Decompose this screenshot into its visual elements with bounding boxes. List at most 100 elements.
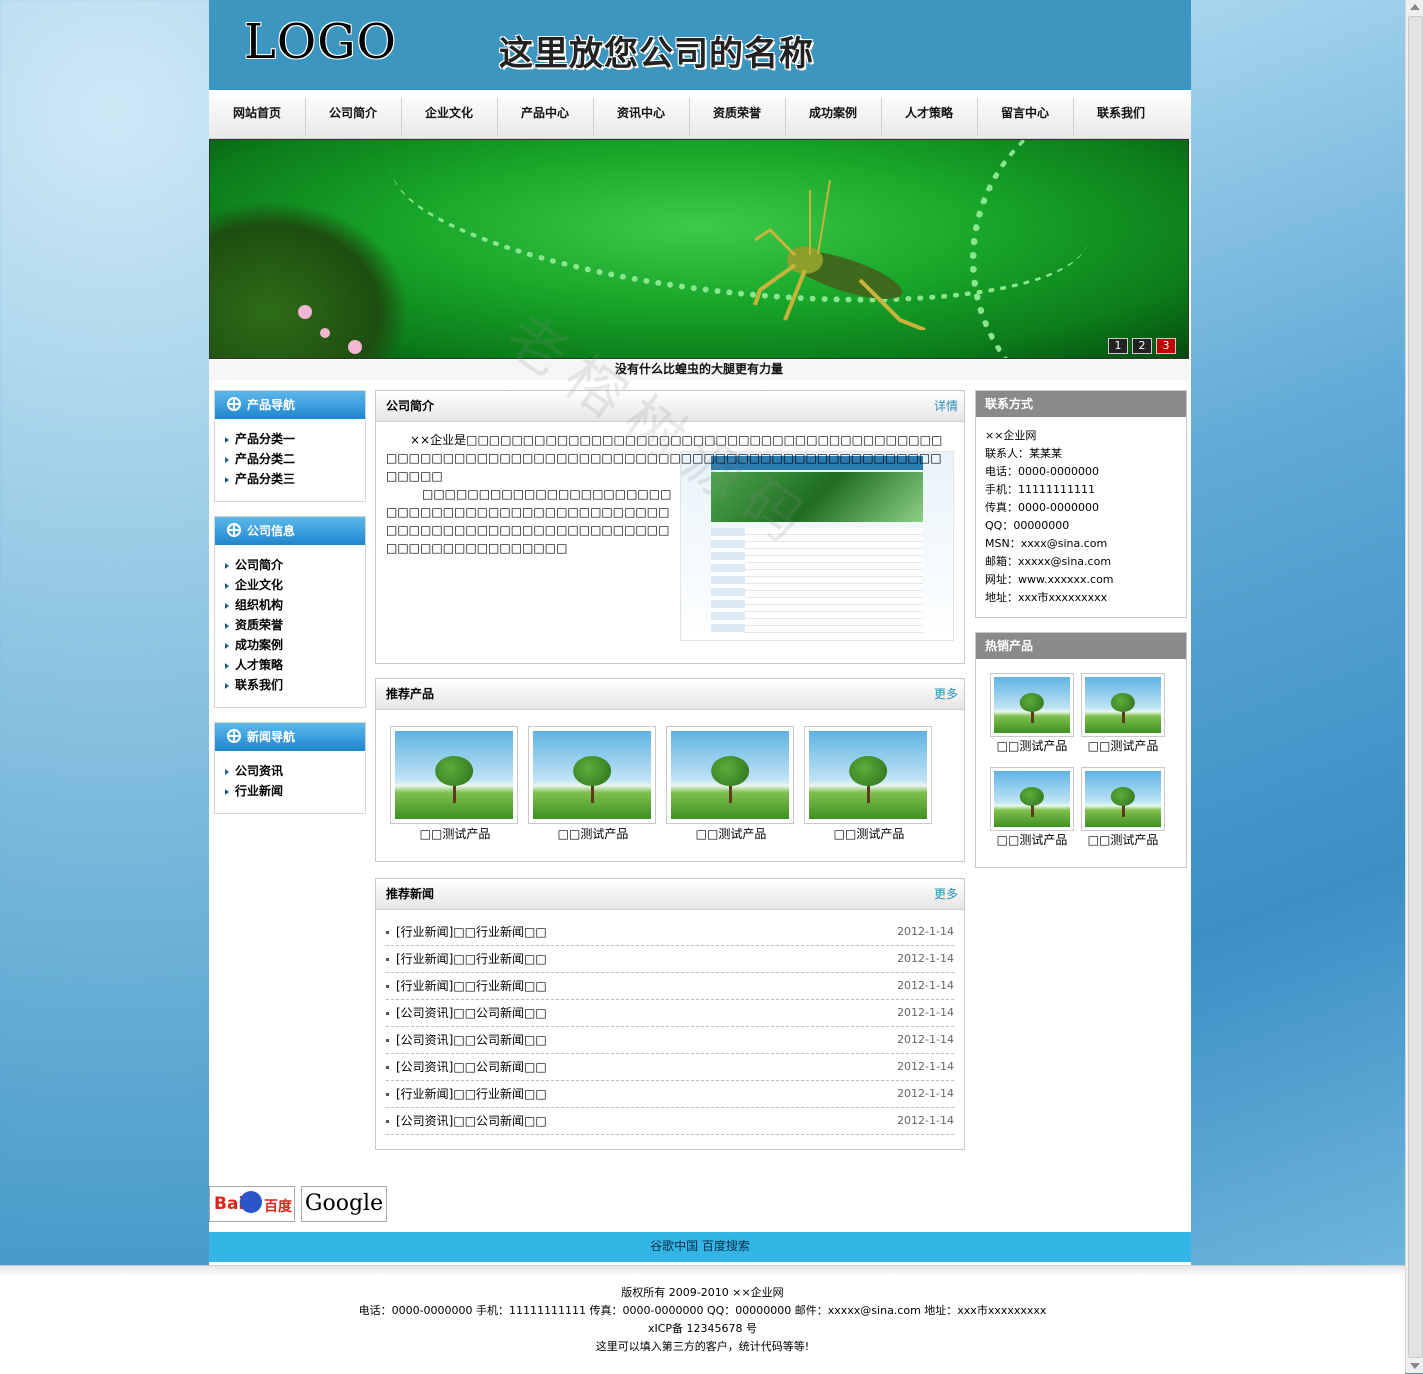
news-more-link[interactable]: 更多 [934,879,958,909]
slide-pager: 123 [1104,338,1176,354]
company-name: 这里放您公司的名称 [499,34,814,74]
hot-product-card[interactable]: □□测试产品 [990,673,1074,757]
company-intro-header: 公司简介 详情 [376,391,964,422]
news-item[interactable]: [行业新闻]□□行业新闻□□ 2012-1-14 [386,973,954,1000]
nav-item-news[interactable]: 资讯中心 [593,90,689,138]
site-logo[interactable]: LOGO [244,14,397,70]
banner-slideshow[interactable]: 123 [209,139,1189,359]
hot-product-card[interactable]: □□测试产品 [1081,767,1165,851]
nav-item-contact[interactable]: 联系我们 [1073,90,1169,138]
company-info-header: 公司信息 [215,517,365,545]
news-list: [行业新闻]□□行业新闻□□ 2012-1-14 [行业新闻]□□行业新闻□□ 20… [386,919,954,1135]
news-item[interactable]: [公司资讯]□□公司新闻□□ 2012-1-14 [386,1000,954,1027]
news-title[interactable]: [公司资讯]□□公司新闻□□ [396,1033,547,1047]
sidebar-item-cases[interactable]: 成功案例 [225,635,365,655]
baidu-logo-link[interactable]: Bai 百度 [209,1186,295,1222]
hot-product-name[interactable]: □□测试产品 [1081,737,1165,757]
news-date: 2012-1-14 [897,1087,954,1100]
hot-product-card[interactable]: □□测试产品 [1081,673,1165,757]
vertical-scrollbar[interactable] [1405,0,1423,1373]
contact-qq: QQ：00000000 [985,519,1070,532]
sidebar-item-category-2[interactable]: 产品分类二 [225,449,365,469]
nav-item-about[interactable]: 公司简介 [305,90,401,138]
hot-product-image[interactable] [1081,767,1165,831]
news-title[interactable]: [行业新闻]□□行业新闻□□ [396,952,547,966]
scroll-up-icon[interactable] [1410,4,1420,10]
slide-button-3[interactable]: 3 [1156,338,1176,354]
hot-product-card[interactable]: □□测试产品 [990,767,1074,851]
hot-product-name[interactable]: □□测试产品 [990,737,1074,757]
news-nav-title: 新闻导航 [247,730,296,744]
news-date: 2012-1-14 [897,1060,954,1073]
nav-item-honors[interactable]: 资质荣誉 [689,90,785,138]
sidebar-item-organization[interactable]: 组织机构 [225,595,365,615]
nav-item-guestbook[interactable]: 留言中心 [977,90,1073,138]
product-image[interactable] [390,726,518,824]
product-name[interactable]: □□测试产品 [666,824,796,844]
product-card[interactable]: □□测试产品 [804,726,934,844]
product-nav-header: 产品导航 [215,391,365,419]
sidebar-item-about[interactable]: 公司简介 [225,555,365,575]
news-item[interactable]: [行业新闻]□□行业新闻□□ 2012-1-14 [386,946,954,973]
sidebar-item-culture[interactable]: 企业文化 [225,575,365,595]
product-name[interactable]: □□测试产品 [390,824,520,844]
sidebar-item-talent[interactable]: 人才策略 [225,655,365,675]
slide-button-2[interactable]: 2 [1132,338,1152,354]
product-name[interactable]: □□测试产品 [528,824,658,844]
news-item[interactable]: [公司资讯]□□公司新闻□□ 2012-1-14 [386,1108,954,1135]
nav-item-culture[interactable]: 企业文化 [401,90,497,138]
contact-website: 网址：www.xxxxxx.com [985,573,1114,586]
products-more-link[interactable]: 更多 [934,679,958,709]
nav-item-talent[interactable]: 人才策略 [881,90,977,138]
product-image[interactable] [666,726,794,824]
sidebar-item-honors[interactable]: 资质荣誉 [225,615,365,635]
product-card[interactable]: □□测试产品 [528,726,658,844]
news-item[interactable]: [公司资讯]□□公司新闻□□ 2012-1-14 [386,1054,954,1081]
contact-mobile: 手机：11111111111 [985,483,1095,496]
news-item[interactable]: [行业新闻]□□行业新闻□□ 2012-1-14 [386,1081,954,1108]
news-title[interactable]: [公司资讯]□□公司新闻□□ [396,1006,547,1020]
scroll-down-icon[interactable] [1410,1363,1420,1369]
page-wrapper: LOGO 这里放您公司的名称 网站首页 公司简介 企业文化 产品中心 资讯中心 … [209,0,1191,1265]
hot-product-image[interactable] [990,673,1074,737]
news-title[interactable]: [行业新闻]□□行业新闻□□ [396,1087,547,1101]
news-item[interactable]: [公司资讯]□□公司新闻□□ 2012-1-14 [386,1027,954,1054]
nav-item-products[interactable]: 产品中心 [497,90,593,138]
product-image[interactable] [804,726,932,824]
hot-products-box: 热销产品 □□测试产品 □□测试产品 □□测试产品 □□测试产品 [975,632,1187,868]
intro-paragraph-1: ××企业是□□□□□□□□□□□□□□□□□□□□□□□□□□□□□□□□□□□… [386,433,943,483]
product-name[interactable]: □□测试产品 [804,824,934,844]
product-image[interactable] [528,726,656,824]
news-title[interactable]: [公司资讯]□□公司新闻□□ [396,1114,547,1128]
product-card[interactable]: □□测试产品 [390,726,520,844]
hot-product-name[interactable]: □□测试产品 [990,831,1074,851]
contact-fax: 传真：0000-0000000 [985,501,1099,514]
recommended-news-title: 推荐新闻 [386,887,435,901]
friend-links-bar[interactable]: 谷歌中国 百度搜索 [209,1232,1191,1262]
nav-item-cases[interactable]: 成功案例 [785,90,881,138]
contact-msn: MSN：xxxx@sina.com [985,537,1108,550]
intro-details-link[interactable]: 详情 [934,391,958,421]
globe-icon [227,397,241,411]
sidebar-item-category-1[interactable]: 产品分类一 [225,429,365,449]
nav-item-home[interactable]: 网站首页 [209,90,305,138]
intro-paragraph-2: □□□□□□□□□□□□□□□□□□□□□□□□□□□□□□□□□□□□□□□□… [386,487,672,555]
slide-button-1[interactable]: 1 [1108,338,1128,354]
scroll-thumb[interactable] [1408,16,1423,1358]
sidebar-item-contact[interactable]: 联系我们 [225,675,365,695]
news-date: 2012-1-14 [897,1033,954,1046]
sidebar-item-company-news[interactable]: 公司资讯 [225,761,365,781]
news-title[interactable]: [行业新闻]□□行业新闻□□ [396,925,547,939]
recommended-news-box: 推荐新闻 更多 [行业新闻]□□行业新闻□□ 2012-1-14 [行业新闻]□□… [375,878,965,1150]
sidebar-item-category-3[interactable]: 产品分类三 [225,469,365,489]
news-title[interactable]: [行业新闻]□□行业新闻□□ [396,979,547,993]
news-title[interactable]: [公司资讯]□□公司新闻□□ [396,1060,547,1074]
product-card[interactable]: □□测试产品 [666,726,796,844]
hot-product-image[interactable] [1081,673,1165,737]
hot-product-name[interactable]: □□测试产品 [1081,831,1165,851]
news-item[interactable]: [行业新闻]□□行业新闻□□ 2012-1-14 [386,919,954,946]
hot-product-image[interactable] [990,767,1074,831]
sidebar-item-industry-news[interactable]: 行业新闻 [225,781,365,801]
google-logo-link[interactable]: Google [301,1186,387,1222]
globe-icon [227,729,241,743]
